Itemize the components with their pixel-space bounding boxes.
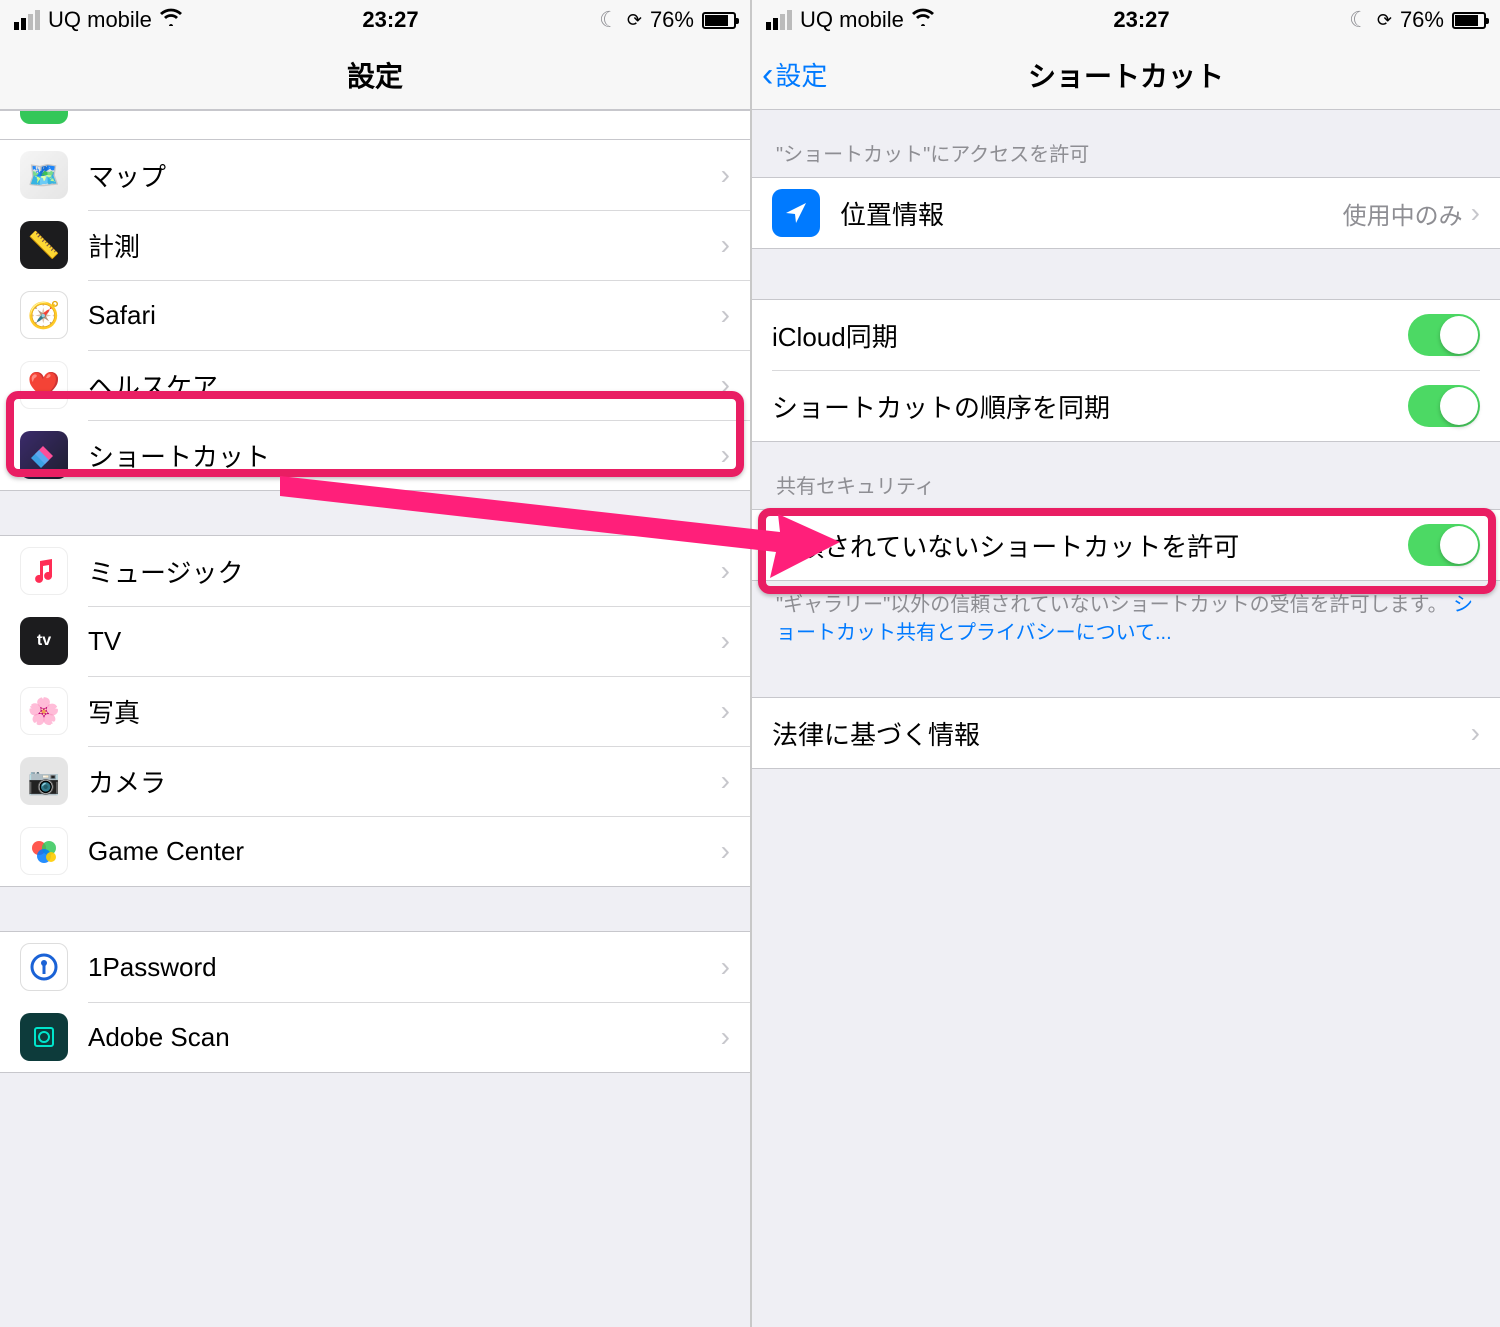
orientation-lock-icon: ⟳ (627, 10, 642, 31)
music-icon (20, 547, 68, 595)
maps-icon: 🗺️ (20, 151, 68, 199)
row-order-sync[interactable]: ショートカットの順序を同期 (752, 370, 1500, 441)
settings-row-1password[interactable]: 1Password› (0, 932, 750, 1002)
nav-header: 設定 (0, 40, 750, 110)
back-label: 設定 (775, 56, 827, 93)
wifi-icon (160, 8, 182, 32)
chevron-right-icon: › (721, 110, 730, 116)
orientation-lock-icon: ⟳ (1377, 10, 1392, 31)
battery-icon (702, 12, 736, 29)
chevron-right-icon: › (721, 159, 730, 191)
row-allow-untrusted[interactable]: 信頼されていないショートカットを許可 (752, 510, 1500, 580)
settings-row-shortcuts[interactable]: ショートカット› (0, 420, 750, 490)
phone-right: UQ mobile 23:27 ☾ ⟳ 76% ‹ 設定 ショートカット "ショ… (750, 0, 1500, 1327)
toggle-order-sync[interactable] (1408, 385, 1480, 427)
gamecenter-icon (20, 827, 68, 875)
chevron-left-icon: ‹ (762, 58, 773, 92)
chevron-right-icon: › (721, 695, 730, 727)
page-title: 設定 (347, 55, 403, 95)
toggle-allow-untrusted[interactable] (1408, 524, 1480, 566)
settings-row-health[interactable]: ❤️ ヘルスケア› (0, 350, 750, 420)
settings-row-music[interactable]: ミュージック› (0, 536, 750, 606)
chevron-right-icon: › (721, 229, 730, 261)
settings-row-adobescan[interactable]: Adobe Scan› (0, 1002, 750, 1072)
settings-list[interactable]: › 🗺️ マップ› 📏 計測› 🧭 Safari› ❤️ ヘ (0, 110, 750, 1327)
clock-label: 23:27 (362, 7, 418, 33)
location-icon (772, 189, 820, 237)
settings-row-photos[interactable]: 🌸 写真› (0, 676, 750, 746)
row-legal[interactable]: 法律に基づく情報 › (752, 698, 1500, 768)
status-bar: UQ mobile 23:27 ☾ ⟳ 76% (0, 0, 750, 40)
chevron-right-icon: › (721, 765, 730, 797)
nav-header: ‹ 設定 ショートカット (752, 40, 1500, 110)
photos-icon: 🌸 (20, 687, 68, 735)
chevron-right-icon: › (721, 369, 730, 401)
chevron-right-icon: › (721, 835, 730, 867)
chevron-right-icon: › (721, 299, 730, 331)
battery-percent: 76% (1400, 7, 1444, 33)
cell-signal-icon (14, 10, 40, 30)
settings-row-partial[interactable]: › (0, 110, 750, 135)
shortcuts-icon (20, 431, 68, 479)
chevron-right-icon: › (721, 1021, 730, 1053)
chevron-right-icon: › (721, 625, 730, 657)
settings-row-safari[interactable]: 🧭 Safari› (0, 280, 750, 350)
settings-row-gamecenter[interactable]: Game Center› (0, 816, 750, 886)
chevron-right-icon: › (721, 439, 730, 471)
location-value: 使用中のみ (1343, 196, 1463, 231)
carrier-label: UQ mobile (48, 7, 152, 33)
chevron-right-icon: › (1471, 717, 1480, 749)
tv-icon: tv (20, 617, 68, 665)
phone-left: UQ mobile 23:27 ☾ ⟳ 76% 設定 › (0, 0, 750, 1327)
row-icloud-sync[interactable]: iCloud同期 (752, 300, 1500, 370)
chevron-right-icon: › (721, 951, 730, 983)
clock-label: 23:27 (1113, 7, 1169, 33)
settings-row-tv[interactable]: tv TV› (0, 606, 750, 676)
chevron-right-icon: › (1471, 197, 1480, 229)
section-header-security: 共有セキュリティ (752, 442, 1500, 509)
facetime-icon (20, 110, 68, 124)
status-bar: UQ mobile 23:27 ☾ ⟳ 76% (752, 0, 1500, 40)
dnd-moon-icon: ☾ (599, 7, 619, 33)
camera-icon: 📷 (20, 757, 68, 805)
wifi-icon (912, 8, 934, 32)
back-button[interactable]: ‹ 設定 (762, 56, 827, 93)
battery-percent: 76% (650, 7, 694, 33)
health-icon: ❤️ (20, 361, 68, 409)
measure-icon: 📏 (20, 221, 68, 269)
settings-row-maps[interactable]: 🗺️ マップ› (0, 140, 750, 210)
onepassword-icon (20, 943, 68, 991)
carrier-label: UQ mobile (800, 7, 904, 33)
settings-row-camera[interactable]: 📷 カメラ› (0, 746, 750, 816)
section-header-access: "ショートカット"にアクセスを許可 (752, 110, 1500, 177)
dnd-moon-icon: ☾ (1349, 7, 1369, 33)
row-location[interactable]: 位置情報 使用中のみ › (752, 178, 1500, 248)
chevron-right-icon: › (721, 555, 730, 587)
battery-icon (1452, 12, 1486, 29)
settings-row-measure[interactable]: 📏 計測› (0, 210, 750, 280)
adobescan-icon (20, 1013, 68, 1061)
safari-icon: 🧭 (20, 291, 68, 339)
page-title: ショートカット (1028, 55, 1224, 95)
shortcuts-settings[interactable]: "ショートカット"にアクセスを許可 位置情報 使用中のみ › (752, 110, 1500, 1327)
footer-note: "ギャラリー"以外の信頼されていないショートカットの受信を許可します。 ショート… (752, 581, 1500, 647)
toggle-icloud-sync[interactable] (1408, 314, 1480, 356)
cell-signal-icon (766, 10, 792, 30)
